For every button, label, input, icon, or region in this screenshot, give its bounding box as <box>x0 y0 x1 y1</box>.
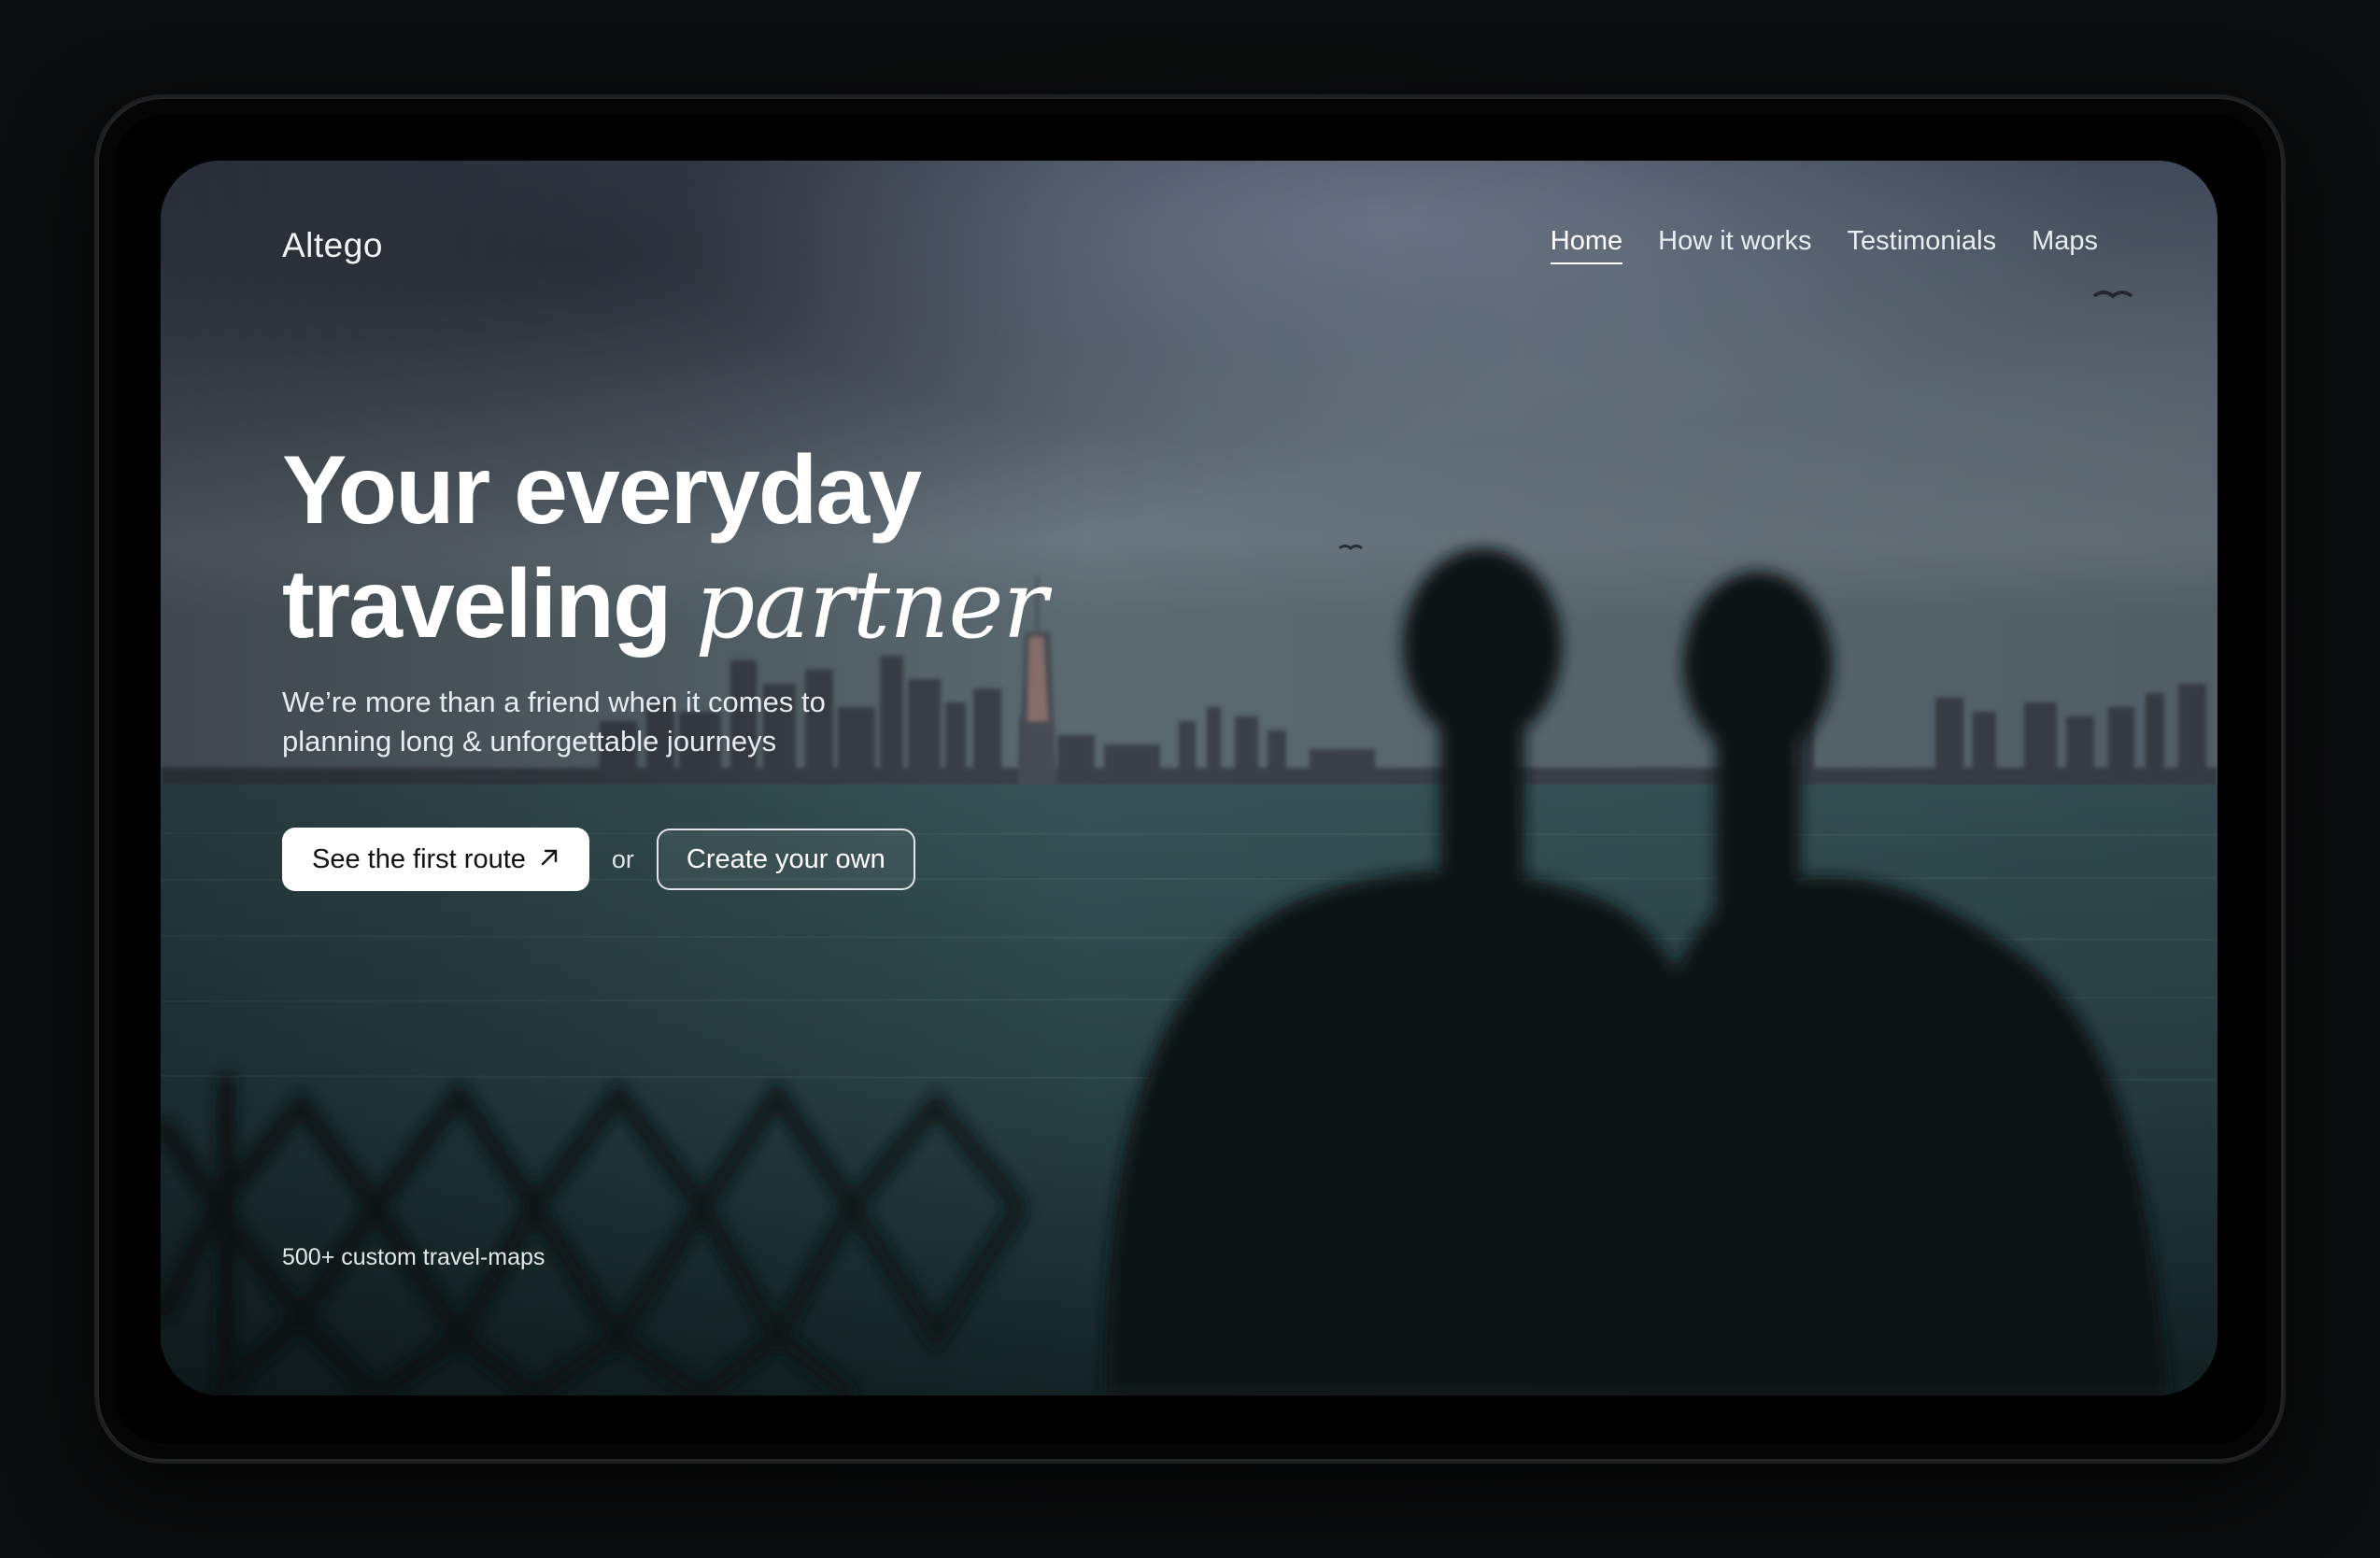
top-navigation: Altego Home How it works Testimonials Ma… <box>161 226 2217 282</box>
hero-section: Your everyday traveling partner We’re mo… <box>282 433 1047 761</box>
tablet-screen: Altego Home How it works Testimonials Ma… <box>161 161 2217 1395</box>
cta-separator: or <box>611 844 634 873</box>
hero-subtitle: We’re more than a friend when it comes t… <box>282 686 826 758</box>
brand-logo[interactable]: Altego <box>282 226 383 265</box>
headline-line-1: Your everyday <box>282 436 922 545</box>
travel-maps-count: 500+ custom travel-maps <box>282 1244 545 1270</box>
see-first-route-button[interactable]: See the first route <box>282 828 589 891</box>
arrow-up-right-icon <box>539 844 560 874</box>
create-your-own-button[interactable]: Create your own <box>656 829 915 890</box>
nav-item-home[interactable]: Home <box>1550 226 1623 264</box>
cta-row: See the first route or Create your own <box>282 828 915 891</box>
nav-item-testimonials[interactable]: Testimonials <box>1848 226 1997 264</box>
page-backdrop: Altego Home How it works Testimonials Ma… <box>0 0 2380 1558</box>
headline-italic-word: partner <box>695 550 1047 659</box>
nav-item-how-it-works[interactable]: How it works <box>1658 226 1811 264</box>
create-your-own-label: Create your own <box>686 843 885 874</box>
nav-menu: Home How it works Testimonials Maps <box>1550 226 2098 264</box>
headline-line-2: traveling <box>282 550 672 659</box>
hero-headline: Your everyday traveling partner <box>282 433 1047 662</box>
hero-background-photo <box>161 161 2217 1395</box>
nav-item-maps[interactable]: Maps <box>2032 226 2098 264</box>
see-first-route-label: See the first route <box>312 843 526 874</box>
